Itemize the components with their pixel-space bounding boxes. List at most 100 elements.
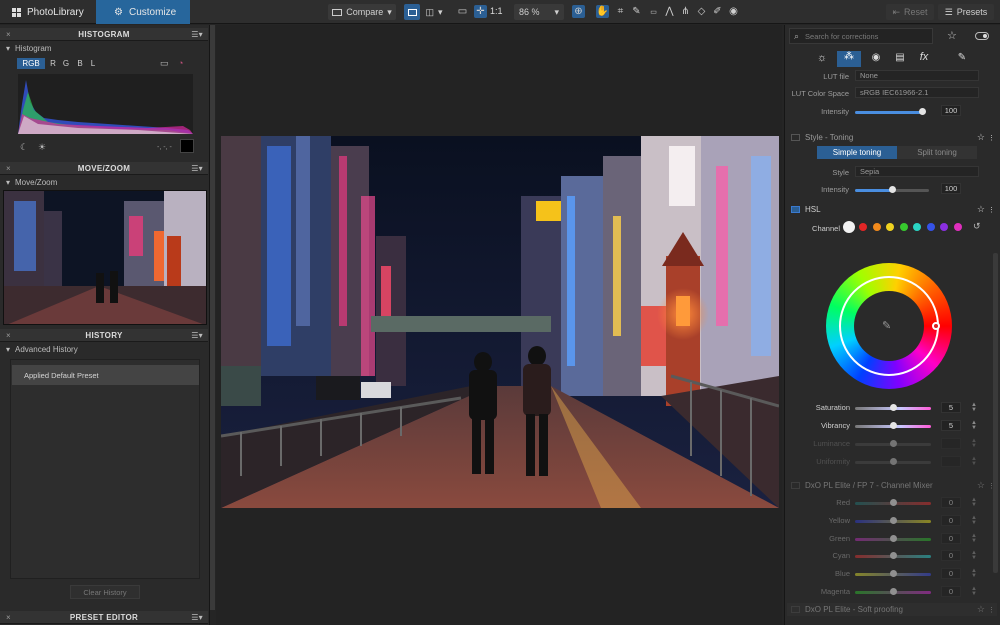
soft-proofing-header[interactable]: DxO PL Elite - Soft proofing ☆ ⋮ <box>787 603 997 616</box>
lut-intensity-value[interactable]: 100 <box>941 105 961 116</box>
slider-value[interactable] <box>941 456 961 467</box>
reset-button[interactable]: ⇤ Reset <box>886 4 934 20</box>
close-icon[interactable]: × <box>6 164 11 173</box>
more-icon[interactable]: ⋮ <box>988 134 995 142</box>
enable-checkbox[interactable] <box>791 206 800 213</box>
star-icon[interactable]: ☆ <box>977 204 985 215</box>
brush-tab-icon[interactable]: ✎ <box>951 52 973 66</box>
search-input[interactable]: Search for corrections <box>805 32 878 41</box>
color-tab-icon[interactable]: ⁂ <box>837 51 861 67</box>
shadow-clip-icon[interactable]: ☾ <box>20 142 28 153</box>
hsl-header[interactable]: HSL ☆ ⋮ <box>787 203 997 216</box>
histogram-subheader[interactable]: ▾ Histogram <box>6 44 51 53</box>
channel-swatch[interactable] <box>926 223 935 231</box>
perspective-icon[interactable]: ⋀ <box>663 5 676 18</box>
crop-icon[interactable]: ⌗ <box>614 5 627 18</box>
slider-knob[interactable] <box>889 458 897 465</box>
channel-mixer-header[interactable]: DxO PL Elite / FP 7 - Channel Mixer ☆ ⋮ <box>787 479 997 492</box>
menu-icon[interactable]: ☰▾ <box>191 30 203 39</box>
stepper-icon[interactable]: ▲ ▼ <box>971 402 977 413</box>
slider-value[interactable] <box>941 438 961 449</box>
light-tab-icon[interactable]: ☼ <box>811 52 833 66</box>
display-icon[interactable]: ▭ <box>160 58 169 69</box>
slider-knob[interactable] <box>889 440 897 447</box>
mixer-value[interactable]: 0 <box>941 532 961 544</box>
channel-l[interactable]: L <box>88 58 98 69</box>
more-icon[interactable]: ⋮ <box>988 606 995 614</box>
slider-value[interactable]: 5 <box>941 402 961 413</box>
eye-icon[interactable]: ◉ <box>727 5 740 18</box>
split-toning-tab[interactable]: Split toning <box>897 146 977 159</box>
preset-editor-header[interactable]: × PRESET EDITOR ☰▾ <box>0 611 208 624</box>
channel-r[interactable]: R <box>48 58 58 69</box>
mixer-value[interactable]: 0 <box>941 514 961 526</box>
channel-g[interactable]: G <box>61 58 71 69</box>
repair-icon[interactable]: ✐ <box>711 5 724 18</box>
lut-intensity-track[interactable] <box>855 111 925 114</box>
right-panel-scrollbar[interactable] <box>993 253 998 573</box>
menu-icon[interactable]: ☰▾ <box>191 613 203 622</box>
tab-customize[interactable]: ⚙ Customize <box>96 0 190 24</box>
toggle-switch[interactable] <box>975 32 989 40</box>
history-subheader[interactable]: ▾ Advanced History <box>6 345 78 354</box>
presets-button[interactable]: ☰ Presets <box>938 4 994 20</box>
lut-space-dropdown[interactable]: sRGB IEC61966-2.1 <box>855 87 979 98</box>
fit-screen-icon[interactable]: ▭ <box>456 5 469 18</box>
ratio-button[interactable]: 1:1 <box>490 6 503 16</box>
lut-file-dropdown[interactable]: None <box>855 70 979 81</box>
star-icon[interactable]: ☆ <box>977 480 985 491</box>
stepper-icon[interactable]: ▲ ▼ <box>971 533 977 544</box>
eyedropper-icon[interactable]: ✎ <box>630 5 643 18</box>
split-view-button[interactable]: ◫ ▾ <box>421 4 447 20</box>
hand-tool-icon[interactable]: ✋ <box>596 5 609 18</box>
close-icon[interactable]: × <box>6 30 11 39</box>
slider-knob[interactable] <box>889 422 897 429</box>
fit-arrows-icon[interactable]: ✛ <box>474 5 487 18</box>
main-photo[interactable] <box>221 136 779 508</box>
mixer-value[interactable]: 0 <box>941 550 961 562</box>
channel-swatch[interactable] <box>953 223 962 231</box>
left-panel-scrollbar[interactable] <box>210 25 215 610</box>
toning-style-dropdown[interactable]: Sepia <box>855 166 979 177</box>
tab-photolibrary[interactable]: PhotoLibrary <box>0 0 96 24</box>
zoom-select[interactable]: 86 % ▾ <box>514 4 564 20</box>
stepper-icon[interactable]: ▲ ▼ <box>971 515 977 526</box>
close-icon[interactable]: × <box>6 613 11 622</box>
horizon-icon[interactable]: ▭ <box>647 5 660 18</box>
mixer-knob[interactable] <box>889 570 897 578</box>
stepper-icon[interactable]: ▲ ▼ <box>971 550 977 561</box>
history-item[interactable]: Applied Default Preset <box>12 365 199 385</box>
clear-history-button[interactable]: Clear History <box>70 585 140 599</box>
movezoom-header[interactable]: × MOVE/ZOOM ☰▾ <box>0 162 208 175</box>
toning-header[interactable]: Style - Toning ☆ ⋮ <box>787 131 997 144</box>
star-icon[interactable]: ☆ <box>977 604 985 615</box>
stepper-icon[interactable]: ▲ ▼ <box>971 420 977 431</box>
channel-swatch[interactable] <box>913 223 921 231</box>
eyedropper-icon[interactable]: ✎ <box>882 319 891 332</box>
stepper-icon[interactable]: ▲ ▼ <box>971 456 977 467</box>
menu-icon[interactable]: ☰▾ <box>191 331 203 340</box>
enable-checkbox[interactable] <box>791 482 800 489</box>
mixer-value[interactable]: 0 <box>941 568 961 580</box>
star-icon[interactable]: ☆ <box>947 29 957 42</box>
mixer-knob[interactable] <box>889 499 897 506</box>
gamut-icon[interactable]: ◔ <box>178 58 183 68</box>
enable-checkbox[interactable] <box>791 134 800 141</box>
more-icon[interactable]: ⋮ <box>988 206 995 214</box>
mixer-knob[interactable] <box>889 534 897 542</box>
history-header[interactable]: × HISTORY ☰▾ <box>0 329 208 342</box>
slider-value[interactable]: 5 <box>941 420 961 431</box>
simple-toning-tab[interactable]: Simple toning <box>817 146 897 159</box>
loupe-icon[interactable]: ⊕ <box>572 5 585 18</box>
local-adjust-icon[interactable]: ⋔ <box>679 5 692 18</box>
stepper-icon[interactable]: ▲ ▼ <box>971 438 977 449</box>
stepper-icon[interactable]: ▲ ▼ <box>971 568 977 579</box>
lut-intensity-knob[interactable] <box>919 108 927 115</box>
detail-tab-icon[interactable]: ◉ <box>865 52 887 66</box>
navigator-thumbnail[interactable] <box>3 190 207 325</box>
star-icon[interactable]: ☆ <box>977 132 985 143</box>
channel-swatch[interactable] <box>940 223 948 231</box>
enable-checkbox[interactable] <box>791 606 800 613</box>
mixer-knob[interactable] <box>889 552 897 560</box>
stepper-icon[interactable]: ▲ ▼ <box>971 586 977 597</box>
